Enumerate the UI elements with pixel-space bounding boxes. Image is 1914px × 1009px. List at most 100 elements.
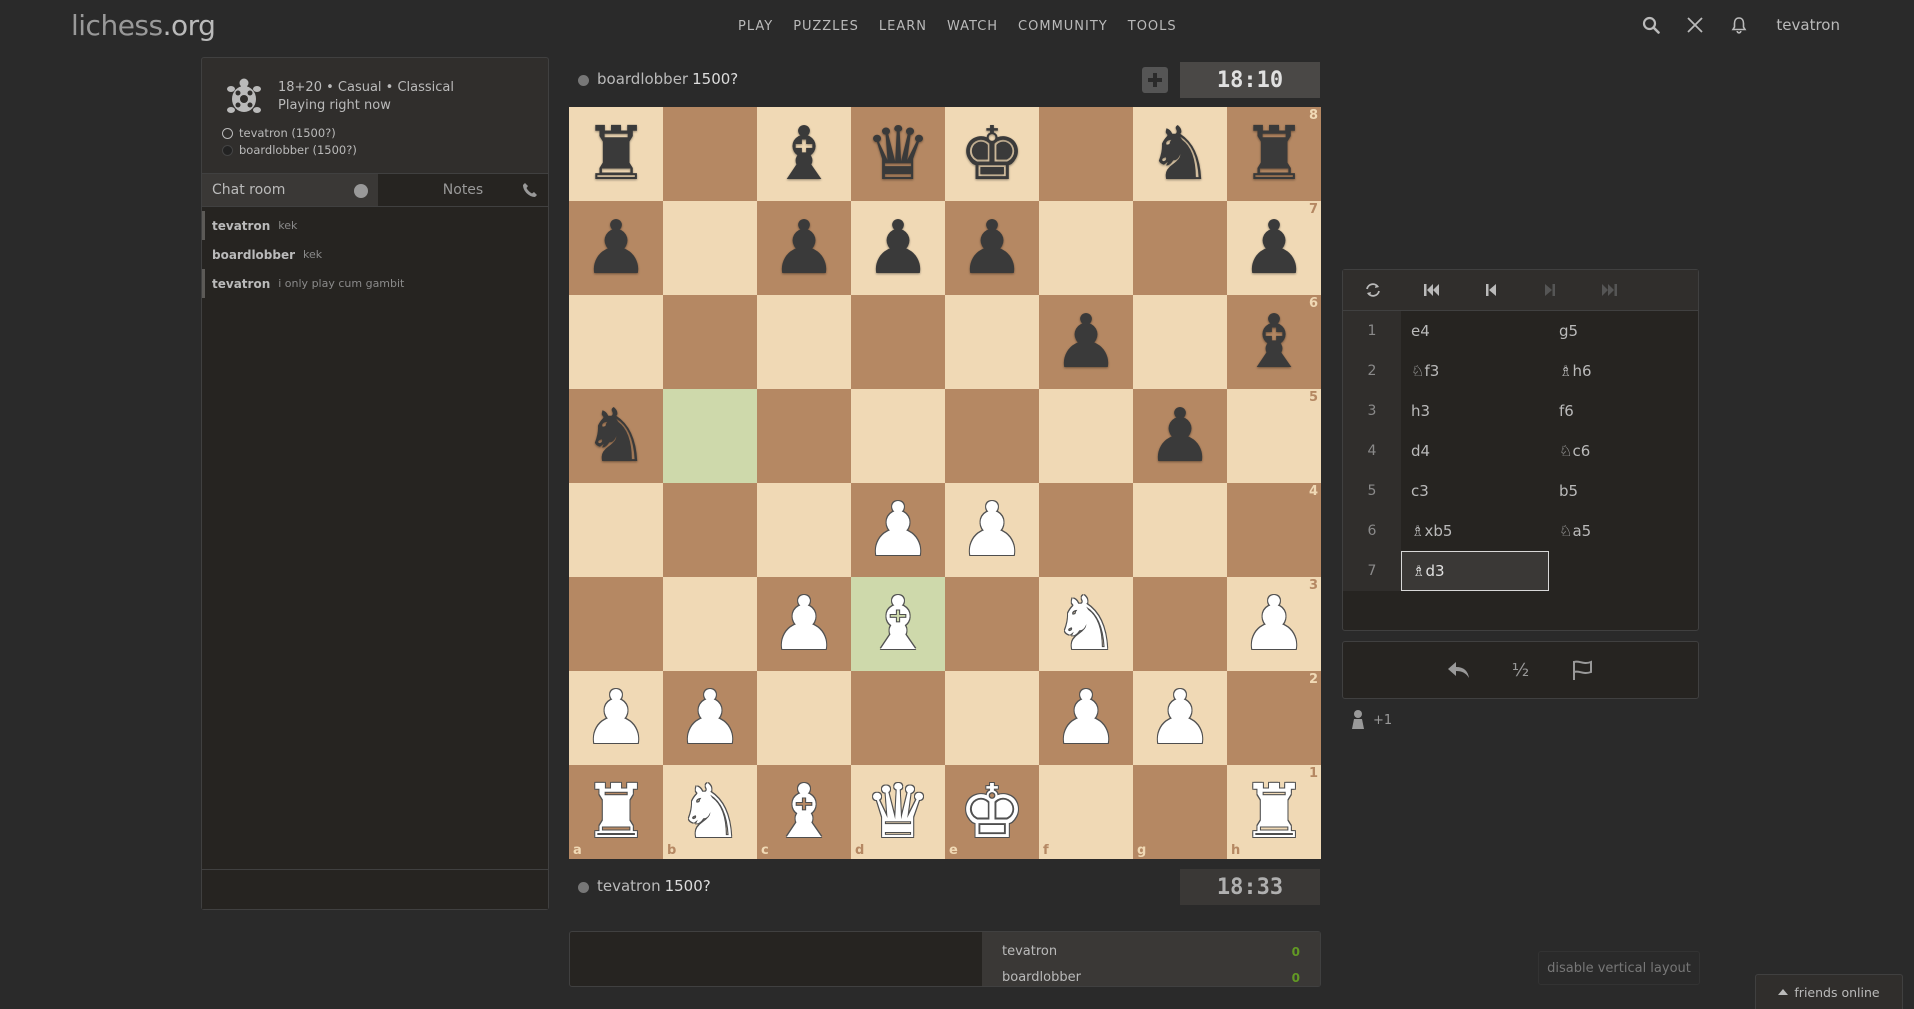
white-move[interactable]: c3 — [1401, 471, 1549, 511]
white-move[interactable]: h3 — [1401, 391, 1549, 431]
square-h2[interactable]: 2 — [1227, 671, 1321, 765]
black-pawn-icon[interactable]: ♟ — [583, 211, 649, 285]
white-bishop-icon[interactable]: ♝ — [865, 587, 931, 661]
nav-play[interactable]: PLAY — [728, 19, 783, 34]
challenge-swords-icon[interactable] — [1684, 14, 1706, 36]
square-a7[interactable]: ♟ — [569, 201, 663, 295]
white-move[interactable]: e4 — [1401, 311, 1549, 351]
white-knight-icon[interactable]: ♞ — [677, 775, 743, 849]
square-c4[interactable] — [757, 483, 851, 577]
black-pawn-icon[interactable]: ♟ — [1241, 211, 1307, 285]
black-rook-icon[interactable]: ♜ — [583, 117, 649, 191]
square-c5[interactable] — [757, 389, 851, 483]
square-d1[interactable]: d ♛ — [851, 765, 945, 859]
white-king-icon[interactable]: ♚ — [959, 775, 1025, 849]
site-logo[interactable]: lichess.org — [71, 9, 216, 42]
square-f8[interactable] — [1039, 107, 1133, 201]
white-queen-icon[interactable]: ♛ — [865, 775, 931, 849]
white-pawn-icon[interactable]: ♟ — [959, 493, 1025, 567]
chat-username[interactable]: boardlobber — [212, 248, 295, 262]
square-g7[interactable] — [1133, 201, 1227, 295]
black-move[interactable]: ♘c6 — [1549, 431, 1698, 471]
black-move[interactable]: b5 — [1549, 471, 1698, 511]
square-e8[interactable]: ♚ — [945, 107, 1039, 201]
square-d7[interactable]: ♟ — [851, 201, 945, 295]
square-d5[interactable] — [851, 389, 945, 483]
square-d6[interactable] — [851, 295, 945, 389]
square-a6[interactable] — [569, 295, 663, 389]
square-e1[interactable]: e ♚ — [945, 765, 1039, 859]
square-e2[interactable] — [945, 671, 1039, 765]
white-pawn-icon[interactable]: ♟ — [865, 493, 931, 567]
black-pawn-icon[interactable]: ♟ — [959, 211, 1025, 285]
white-pawn-icon[interactable]: ♟ — [1241, 587, 1307, 661]
white-knight-icon[interactable]: ♞ — [1053, 587, 1119, 661]
black-pawn-icon[interactable]: ♟ — [1053, 305, 1119, 379]
black-move[interactable]: g5 — [1549, 311, 1698, 351]
square-e3[interactable] — [945, 577, 1039, 671]
square-g2[interactable]: ♟ — [1133, 671, 1227, 765]
square-b8[interactable] — [663, 107, 757, 201]
square-e5[interactable] — [945, 389, 1039, 483]
square-h4[interactable]: 4 — [1227, 483, 1321, 577]
square-h1[interactable]: 1 h ♜ — [1227, 765, 1321, 859]
square-a5[interactable]: ♞ — [569, 389, 663, 483]
phone-icon[interactable] — [522, 182, 538, 202]
square-b5[interactable] — [663, 389, 757, 483]
square-a8[interactable]: ♜ — [569, 107, 663, 201]
user-menu[interactable]: tevatron — [1776, 16, 1840, 34]
square-d2[interactable] — [851, 671, 945, 765]
square-b4[interactable] — [663, 483, 757, 577]
square-d3[interactable]: ♝ — [851, 577, 945, 671]
white-move[interactable]: d4 — [1401, 431, 1549, 471]
square-g1[interactable]: g — [1133, 765, 1227, 859]
square-f3[interactable]: ♞ — [1039, 577, 1133, 671]
chat-username[interactable]: tevatron — [212, 219, 270, 233]
nav-watch[interactable]: WATCH — [937, 19, 1008, 34]
search-icon[interactable] — [1640, 14, 1662, 36]
square-b1[interactable]: b ♞ — [663, 765, 757, 859]
white-pawn-icon[interactable]: ♟ — [1147, 681, 1213, 755]
square-f6[interactable]: ♟ — [1039, 295, 1133, 389]
white-pawn-icon[interactable]: ♟ — [583, 681, 649, 755]
square-h7[interactable]: 7 ♟ — [1227, 201, 1321, 295]
square-c8[interactable]: ♝ — [757, 107, 851, 201]
square-g4[interactable] — [1133, 483, 1227, 577]
square-c7[interactable]: ♟ — [757, 201, 851, 295]
nav-tools[interactable]: TOOLS — [1118, 19, 1187, 34]
takeback-button[interactable] — [1446, 657, 1472, 683]
white-pawn-icon[interactable]: ♟ — [677, 681, 743, 755]
square-g8[interactable]: ♞ — [1133, 107, 1227, 201]
square-g3[interactable] — [1133, 577, 1227, 671]
crosstable-player[interactable]: boardlobber — [1002, 970, 1081, 985]
white-move[interactable]: ♗d3 — [1401, 551, 1549, 591]
square-h5[interactable]: 5 — [1227, 389, 1321, 483]
black-knight-icon[interactable]: ♞ — [1147, 117, 1213, 191]
square-a3[interactable] — [569, 577, 663, 671]
black-rook-icon[interactable]: ♜ — [1241, 117, 1307, 191]
black-move[interactable]: ♘a5 — [1549, 511, 1698, 551]
chat-input[interactable] — [202, 869, 548, 909]
next-move-button[interactable] — [1520, 270, 1579, 311]
bottom-player-name[interactable]: tevatron 1500? — [597, 877, 711, 895]
flip-board-button[interactable] — [1343, 270, 1402, 311]
square-a2[interactable]: ♟ — [569, 671, 663, 765]
square-d4[interactable]: ♟ — [851, 483, 945, 577]
black-pawn-icon[interactable]: ♟ — [771, 211, 837, 285]
square-h3[interactable]: 3 ♟ — [1227, 577, 1321, 671]
square-h8[interactable]: 8 ♜ — [1227, 107, 1321, 201]
square-h6[interactable]: 6 ♝ — [1227, 295, 1321, 389]
chat-username[interactable]: tevatron — [212, 277, 270, 291]
square-c1[interactable]: c ♝ — [757, 765, 851, 859]
white-pawn-icon[interactable]: ♟ — [771, 587, 837, 661]
square-c6[interactable] — [757, 295, 851, 389]
white-move[interactable]: ♗xb5 — [1401, 511, 1549, 551]
black-player-info[interactable]: boardlobber (1500?) — [222, 143, 357, 157]
square-f5[interactable] — [1039, 389, 1133, 483]
white-pawn-icon[interactable]: ♟ — [1053, 681, 1119, 755]
white-bishop-icon[interactable]: ♝ — [771, 775, 837, 849]
white-player-info[interactable]: tevatron (1500?) — [222, 126, 336, 140]
square-b6[interactable] — [663, 295, 757, 389]
black-pawn-icon[interactable]: ♟ — [1147, 399, 1213, 473]
nav-learn[interactable]: LEARN — [869, 19, 937, 34]
